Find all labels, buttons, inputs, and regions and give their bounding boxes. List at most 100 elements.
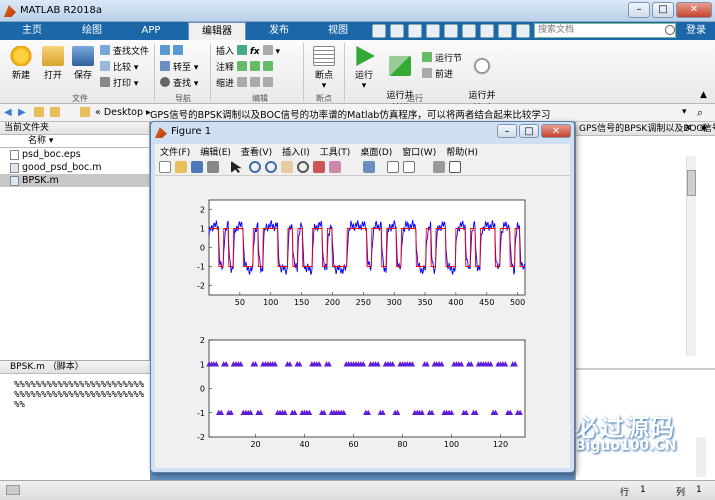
figure-maximize-button[interactable]: □ [519, 124, 539, 138]
plot2-ytick-label: -2 [197, 433, 205, 442]
status-bar: 行 1 列 1 [0, 480, 715, 500]
data-cursor-icon[interactable] [313, 161, 325, 173]
tab-home[interactable]: 主页 [12, 22, 52, 40]
save-icon [72, 46, 94, 66]
breakpoint-button[interactable]: 断点 ▾ [308, 46, 340, 91]
tab-apps[interactable]: APP [128, 22, 174, 40]
pointer-icon[interactable] [231, 161, 242, 173]
tab-plots[interactable]: 绘图 [70, 22, 114, 40]
zoom-out-icon[interactable] [265, 161, 277, 173]
run-button[interactable]: 运行 ▾ [350, 46, 378, 91]
menu-insert[interactable]: 插入(I) [277, 144, 315, 159]
print-figure-icon[interactable] [207, 161, 219, 173]
figure-minimize-button[interactable]: – [497, 124, 517, 138]
switch-windows-icon[interactable] [480, 24, 494, 38]
minimize-button[interactable]: – [628, 2, 650, 18]
maximize-button[interactable]: □ [652, 2, 674, 18]
new-button[interactable]: 新建 [6, 46, 36, 81]
open-file-icon[interactable] [175, 161, 187, 173]
undo-icon[interactable] [444, 24, 458, 38]
search-folder-icon[interactable]: ⌕ [697, 106, 703, 120]
breakpoint-icon [313, 46, 335, 66]
splitter[interactable] [576, 368, 715, 370]
scroll-thumb[interactable] [687, 170, 696, 196]
plot2-xtick-label: 20 [250, 440, 260, 449]
zoom-in-icon[interactable] [249, 161, 261, 173]
up-folder-icon[interactable] [34, 107, 44, 117]
redo-icon[interactable] [462, 24, 476, 38]
login-button[interactable]: 登录 [680, 22, 712, 40]
file-item[interactable]: good_psd_boc.m [0, 161, 149, 174]
quick-save-icon[interactable] [372, 24, 386, 38]
search-icon[interactable] [665, 25, 675, 35]
find-files-button[interactable]: 查找文件 [100, 45, 149, 59]
menu-edit[interactable]: 编辑(E) [195, 144, 236, 159]
new-icon [10, 46, 32, 66]
menu-tools[interactable]: 工具(T) [315, 144, 356, 159]
link-plot-icon[interactable] [363, 161, 375, 173]
address-desktop[interactable]: « Desktop ▸ [95, 107, 151, 118]
colorbar-icon[interactable] [387, 161, 399, 173]
editor-scrollbar[interactable] [686, 156, 696, 356]
menu-desktop[interactable]: 桌面(D) [355, 144, 397, 159]
new-figure-icon[interactable] [159, 161, 171, 173]
script-file-icon [10, 176, 19, 186]
legend-icon[interactable] [403, 161, 415, 173]
back-arrow-icon[interactable]: ◀ [4, 107, 12, 118]
address-bar[interactable]: ◀ ▶ « Desktop ▸ GPS信号的BPSK调制以及BOC信号的功率谱的… [0, 104, 715, 122]
search-docs-input[interactable]: 搜索文档 [534, 23, 676, 38]
figure-canvas[interactable]: 50 100 150 200 250 300 350 400 450 500 -2 -1 0 1 2 20 40… [155, 176, 570, 468]
find-button[interactable]: 查找 ▾ [160, 77, 198, 91]
open-button[interactable]: 打开 [38, 46, 68, 81]
row-label: 行 [620, 488, 630, 498]
matlab-logo-icon [4, 5, 16, 17]
save-button[interactable]: 保存 [68, 46, 98, 81]
plot2-ytick-label: 1 [200, 360, 205, 369]
menu-help[interactable]: 帮助(H) [441, 144, 483, 159]
address-path[interactable]: GPS信号的BPSK调制以及BOC信号的功率谱的Matlab仿真程序，可以将两者… [150, 107, 550, 121]
compare-button[interactable]: 比较 ▾ [100, 61, 138, 75]
print-button[interactable]: 打印 ▾ [100, 77, 138, 91]
paste-icon[interactable] [426, 24, 440, 38]
menu-file[interactable]: 文件(F) [155, 144, 195, 159]
goto-icon [160, 61, 170, 71]
close-button[interactable]: ✕ [676, 2, 712, 18]
file-item-selected[interactable]: BPSK.m [0, 174, 149, 187]
comment-button[interactable]: 注释 [216, 61, 276, 75]
collapse-ribbon-icon[interactable]: ▲ [700, 90, 707, 100]
address-dropdown-icon[interactable]: ▾ [682, 107, 687, 117]
folder-icon [80, 107, 90, 117]
plot1-xtick-label: 450 [479, 298, 494, 307]
back-forward-button[interactable] [160, 45, 186, 59]
plot1-xtick-label: 150 [294, 298, 309, 307]
editor-tab[interactable]: GPS信号的BPSK调制以及BOC信号的功率谱的Matlab... [576, 122, 715, 136]
save-figure-icon[interactable] [191, 161, 203, 173]
forward-arrow-icon[interactable]: ▶ [18, 107, 26, 118]
cut-icon[interactable] [390, 24, 404, 38]
pan-icon[interactable] [281, 161, 293, 173]
goto-button[interactable]: 转至 ▾ [160, 61, 198, 75]
menu-window[interactable]: 窗口(W) [397, 144, 441, 159]
menu-view[interactable]: 查看(V) [236, 144, 277, 159]
insert-button[interactable]: 插入 fx ▾ [216, 45, 280, 59]
help-icon[interactable] [498, 24, 512, 38]
editor-menu-icon[interactable]: ◉ [700, 123, 708, 133]
show-tools-icon[interactable] [449, 161, 461, 173]
tab-editor[interactable]: 编辑器 [188, 22, 246, 40]
hide-tools-icon[interactable] [433, 161, 445, 173]
file-item[interactable]: psd_boc.eps [0, 148, 149, 161]
run-section-button[interactable]: 运行节 [422, 52, 462, 66]
tab-publish[interactable]: 发布 [252, 22, 306, 40]
browse-folder-icon[interactable] [50, 107, 60, 117]
insert-icon [236, 45, 247, 55]
advance-button[interactable]: 前进 [422, 68, 453, 82]
editor-close-icon[interactable]: ✕ [684, 123, 692, 134]
copy-icon[interactable] [408, 24, 422, 38]
figure-close-button[interactable]: ✕ [541, 124, 571, 138]
indent-button[interactable]: 缩进 [216, 77, 276, 91]
rotate-icon[interactable] [297, 161, 309, 173]
tab-view[interactable]: 视图 [312, 22, 364, 40]
brush-icon[interactable] [329, 161, 341, 173]
dropdown-icon[interactable] [516, 24, 530, 38]
name-column-header[interactable]: 名称 ▾ [0, 135, 149, 148]
